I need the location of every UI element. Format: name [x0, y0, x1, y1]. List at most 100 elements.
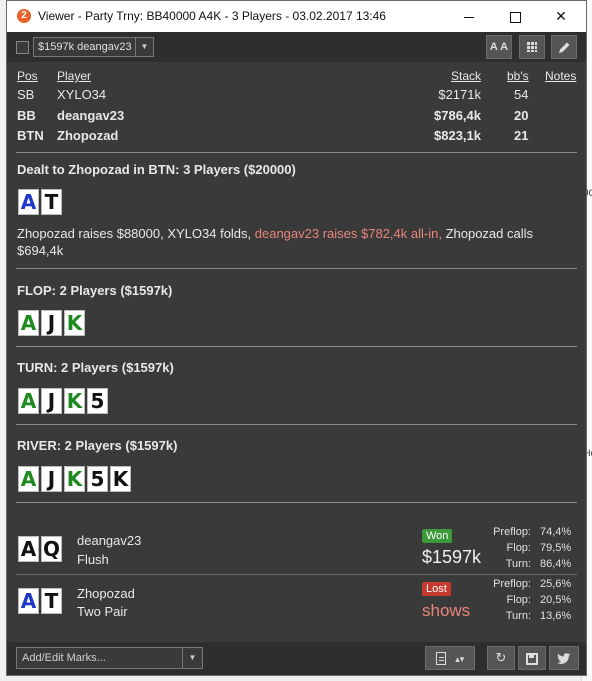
window-title: Viewer - Party Trny: BB40000 A4K - 3 Pla… — [38, 9, 386, 23]
column-header-player[interactable]: Player — [57, 69, 91, 83]
row-bbs: 21 — [514, 128, 529, 143]
close-button[interactable]: ✕ — [538, 1, 584, 32]
flop-heading: FLOP: 2 Players ($1597k) — [17, 283, 173, 298]
pencil-icon — [558, 42, 569, 53]
column-header-pos[interactable]: Pos — [17, 69, 38, 83]
minimize-icon — [464, 16, 474, 18]
column-header-stack[interactable]: Stack — [427, 69, 481, 83]
preflop-action: Zhopozad raises $88000, XYLO34 folds, de… — [17, 225, 567, 259]
font-size-button[interactable]: A A — [486, 35, 512, 59]
clipboard-button[interactable]: ▴▾ — [425, 646, 475, 670]
font-size-icon: A A — [489, 41, 509, 53]
won-badge: Won — [422, 529, 453, 543]
allin-action-text: deangav23 raises $782,4k all-in, — [254, 226, 446, 241]
card: K — [64, 388, 85, 414]
card: A — [18, 466, 39, 492]
maximize-icon — [509, 11, 521, 23]
divider — [16, 268, 577, 269]
equity-value: 79,5% — [540, 542, 572, 554]
equity-value: 25,6% — [540, 578, 572, 590]
row-player: Zhopozad — [57, 128, 119, 143]
minimize-button[interactable] — [446, 1, 492, 32]
showdown-player-name: Zhopozad — [77, 586, 135, 601]
equity-label: Preflop: — [493, 526, 531, 538]
close-icon: ✕ — [555, 8, 567, 24]
grid-icon — [527, 42, 537, 53]
showdown-player-name: deangav23 — [77, 533, 142, 548]
equity-label: Flop: — [506, 542, 531, 554]
card: K — [64, 310, 85, 336]
card: T — [41, 189, 62, 215]
title-bar[interactable]: 2 Viewer - Party Trny: BB40000 A4K - 3 P… — [7, 1, 586, 33]
row-player: XYLO34 — [57, 87, 107, 102]
divider — [16, 346, 577, 347]
lost-badge: Lost — [422, 582, 451, 596]
save-icon — [526, 652, 538, 665]
divider — [16, 574, 577, 575]
showdown-hand-name: Two Pair — [77, 604, 128, 619]
bottom-toolbar: Add/Edit Marks... ▼ ▴▾ ↻ — [7, 642, 586, 675]
preflop-heading: Dealt to Zhopozad in BTN: 3 Players ($20… — [17, 162, 296, 177]
sort-arrows-icon: ▴▾ — [455, 654, 465, 664]
twitter-button[interactable] — [549, 646, 579, 670]
shows-label: shows — [422, 601, 471, 620]
action-text: Zhopozad raises $88000, XYLO34 folds, — [17, 226, 255, 241]
card: J — [41, 310, 62, 336]
card: A — [18, 536, 39, 562]
equity-label: Preflop: — [493, 578, 531, 590]
card: Q — [41, 536, 62, 562]
divider — [16, 152, 577, 153]
hand-viewer-window: 2 Viewer - Party Trny: BB40000 A4K - 3 P… — [6, 0, 587, 676]
card: T — [41, 588, 62, 614]
flop-cards: AJK — [18, 310, 87, 336]
card: A — [18, 310, 39, 336]
card: A — [18, 588, 39, 614]
equity-value: 86,4% — [540, 558, 572, 570]
clipboard-icon — [435, 652, 446, 666]
row-bbs: 54 — [514, 87, 529, 102]
marks-dropdown-value: Add/Edit Marks... — [22, 652, 106, 664]
card: J — [41, 388, 62, 414]
row-stack: $786,4k — [434, 108, 481, 123]
river-heading: RIVER: 2 Players ($1597k) — [17, 438, 178, 453]
refresh-button[interactable]: ↻ — [487, 646, 515, 670]
top-toolbar: $1597k deangav23 ▼ A A — [7, 32, 586, 62]
turn-heading: TURN: 2 Players ($1597k) — [17, 360, 174, 375]
divider — [16, 424, 577, 425]
equity-label: Turn: — [505, 558, 531, 570]
card: K — [64, 466, 85, 492]
card: J — [41, 466, 62, 492]
column-header-notes[interactable]: Notes — [545, 69, 576, 83]
maximize-button[interactable] — [492, 1, 538, 32]
row-player: deangav23 — [57, 108, 125, 123]
column-header-bbs[interactable]: bb's — [507, 69, 529, 83]
hand-select-value: $1597k deangav23 — [38, 41, 132, 53]
shown-cards: AQ — [18, 536, 64, 562]
hole-cards: AT — [18, 189, 64, 215]
save-button[interactable] — [518, 646, 546, 670]
row-stack: $2171k — [438, 87, 481, 102]
select-checkbox[interactable] — [16, 41, 29, 54]
refresh-icon: ↻ — [495, 650, 507, 665]
equity-label: Turn: — [505, 610, 531, 622]
card: 5 — [87, 388, 108, 414]
equity-label: Flop: — [506, 594, 531, 606]
edit-button[interactable] — [551, 35, 577, 59]
shown-cards: AT — [18, 588, 64, 614]
row-stack: $823,1k — [434, 128, 481, 143]
equity-value: 20,5% — [540, 594, 572, 606]
chevron-down-icon: ▼ — [182, 648, 202, 668]
row-bbs: 20 — [514, 108, 529, 123]
card: K — [110, 466, 131, 492]
card: A — [18, 189, 39, 215]
marks-dropdown[interactable]: Add/Edit Marks... ▼ — [16, 647, 203, 669]
hand-select-dropdown[interactable]: $1597k deangav23 ▼ — [33, 37, 154, 57]
turn-cards: AJK5 — [18, 388, 110, 414]
showdown-hand-name: Flush — [77, 552, 109, 567]
grid-view-button[interactable] — [519, 35, 545, 59]
equity-value: 74,4% — [540, 526, 572, 538]
twitter-icon — [557, 652, 571, 664]
row-pos: SB — [17, 87, 35, 102]
equity-value: 13,6% — [540, 610, 572, 622]
chevron-down-icon: ▼ — [135, 38, 153, 56]
